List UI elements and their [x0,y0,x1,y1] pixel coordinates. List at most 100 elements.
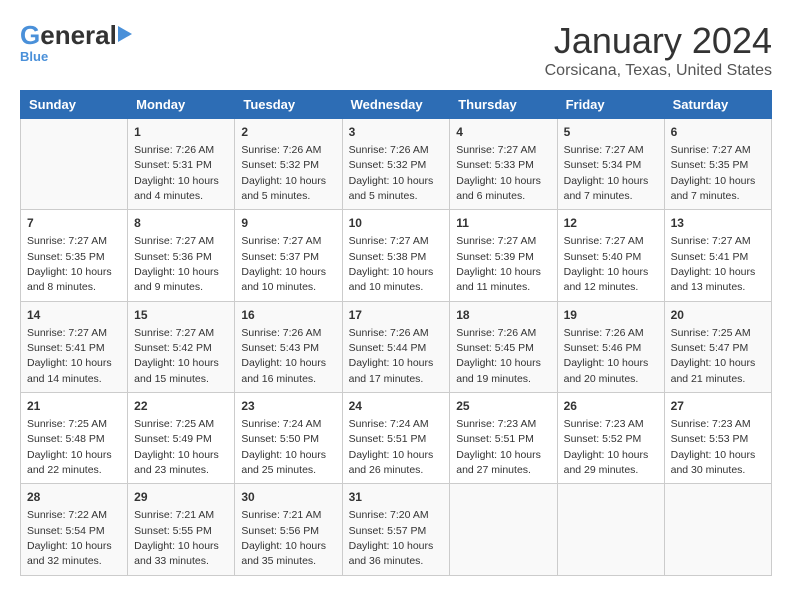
day-number: 3 [349,124,444,141]
day-daylight: Daylight: 10 hours and 36 minutes. [349,540,434,567]
day-daylight: Daylight: 10 hours and 11 minutes. [456,266,541,293]
day-sunset: Sunset: 5:35 PM [671,159,749,171]
day-sunrise: Sunrise: 7:27 AM [241,235,321,247]
day-number: 12 [564,215,658,232]
day-sunset: Sunset: 5:48 PM [27,433,105,445]
day-sunset: Sunset: 5:39 PM [456,251,534,263]
day-sunrise: Sunrise: 7:23 AM [564,418,644,430]
day-sunrise: Sunrise: 7:26 AM [349,327,429,339]
day-sunrise: Sunrise: 7:27 AM [27,235,107,247]
calendar-day-cell: 28 Sunrise: 7:22 AM Sunset: 5:54 PM Dayligh… [21,484,128,575]
calendar-day-cell [21,119,128,210]
day-sunrise: Sunrise: 7:27 AM [27,327,107,339]
header-wednesday: Wednesday [342,91,450,119]
day-daylight: Daylight: 10 hours and 15 minutes. [134,357,219,384]
day-daylight: Daylight: 10 hours and 23 minutes. [134,449,219,476]
day-sunset: Sunset: 5:51 PM [456,433,534,445]
calendar-day-cell: 10Sunrise: 7:27 AMSunset: 5:38 PMDayligh… [342,210,450,301]
calendar-day-cell [664,484,771,575]
day-number: 22 [134,398,228,415]
day-daylight: Daylight: 10 hours and 8 minutes. [27,266,112,293]
day-number: 30 [241,489,335,506]
day-sunset: Sunset: 5:32 PM [349,159,427,171]
page-subtitle: Corsicana, Texas, United States [545,62,772,80]
logo: General Blue [20,20,132,64]
day-daylight: Daylight: 10 hours and 32 minutes. [27,540,112,567]
day-number: 13 [671,215,765,232]
day-sunset: Sunset: 5:46 PM [564,342,642,354]
calendar-day-cell [450,484,557,575]
day-sunrise: Sunrise: 7:27 AM [564,144,644,156]
day-sunset: Sunset: 5:33 PM [456,159,534,171]
day-daylight: Daylight: 10 hours and 9 minutes. [134,266,219,293]
calendar-week-row: 7Sunrise: 7:27 AMSunset: 5:35 PMDaylight… [21,210,772,301]
calendar-table: SundayMondayTuesdayWednesdayThursdayFrid… [20,90,772,576]
calendar-week-row: 21Sunrise: 7:25 AMSunset: 5:48 PMDayligh… [21,393,772,484]
day-number: 23 [241,398,335,415]
calendar-day-cell: 11Sunrise: 7:27 AMSunset: 5:39 PMDayligh… [450,210,557,301]
day-sunset: Sunset: 5:43 PM [241,342,319,354]
day-number: 15 [134,307,228,324]
day-daylight: Daylight: 10 hours and 13 minutes. [671,266,756,293]
calendar-day-cell: 2Sunrise: 7:26 AMSunset: 5:32 PMDaylight… [235,119,342,210]
day-daylight: Daylight: 10 hours and 35 minutes. [241,540,326,567]
day-sunrise: Sunrise: 7:26 AM [241,144,321,156]
calendar-day-cell: 9Sunrise: 7:27 AMSunset: 5:37 PMDaylight… [235,210,342,301]
day-daylight: Daylight: 10 hours and 19 minutes. [456,357,541,384]
day-number: 28 [27,489,121,506]
day-sunset: Sunset: 5:47 PM [671,342,749,354]
day-number: 25 [456,398,550,415]
day-daylight: Daylight: 10 hours and 22 minutes. [27,449,112,476]
logo-text-blue: Blue [20,49,48,64]
day-daylight: Daylight: 10 hours and 5 minutes. [241,175,326,202]
day-sunrise: Sunrise: 7:27 AM [134,327,214,339]
day-sunrise: Sunrise: 7:25 AM [134,418,214,430]
day-sunset: Sunset: 5:41 PM [27,342,105,354]
header-tuesday: Tuesday [235,91,342,119]
day-sunset: Sunset: 5:56 PM [241,525,319,537]
day-number: 6 [671,124,765,141]
calendar-header-row: SundayMondayTuesdayWednesdayThursdayFrid… [21,91,772,119]
day-sunset: Sunset: 5:41 PM [671,251,749,263]
day-number: 18 [456,307,550,324]
calendar-day-cell: 23Sunrise: 7:24 AMSunset: 5:50 PMDayligh… [235,393,342,484]
day-number: 11 [456,215,550,232]
day-sunset: Sunset: 5:34 PM [564,159,642,171]
day-sunrise: Sunrise: 7:27 AM [671,144,751,156]
day-sunset: Sunset: 5:42 PM [134,342,212,354]
calendar-day-cell: 7Sunrise: 7:27 AMSunset: 5:35 PMDaylight… [21,210,128,301]
calendar-week-row: 14Sunrise: 7:27 AMSunset: 5:41 PMDayligh… [21,301,772,392]
day-sunset: Sunset: 5:50 PM [241,433,319,445]
page-title: January 2024 [545,20,772,62]
header-sunday: Sunday [21,91,128,119]
calendar-day-cell: 31Sunrise: 7:20 AMSunset: 5:57 PMDayligh… [342,484,450,575]
day-sunrise: Sunrise: 7:23 AM [456,418,536,430]
calendar-day-cell: 18Sunrise: 7:26 AMSunset: 5:45 PMDayligh… [450,301,557,392]
calendar-day-cell: 4Sunrise: 7:27 AMSunset: 5:33 PMDaylight… [450,119,557,210]
day-sunset: Sunset: 5:57 PM [349,525,427,537]
day-sunset: Sunset: 5:55 PM [134,525,212,537]
day-sunrise: Sunrise: 7:25 AM [27,418,107,430]
header-friday: Friday [557,91,664,119]
day-sunset: Sunset: 5:31 PM [134,159,212,171]
day-daylight: Daylight: 10 hours and 5 minutes. [349,175,434,202]
day-sunset: Sunset: 5:36 PM [134,251,212,263]
day-daylight: Daylight: 10 hours and 29 minutes. [564,449,649,476]
calendar-day-cell: 17Sunrise: 7:26 AMSunset: 5:44 PMDayligh… [342,301,450,392]
day-daylight: Daylight: 10 hours and 26 minutes. [349,449,434,476]
day-number: 27 [671,398,765,415]
day-sunrise: Sunrise: 7:27 AM [671,235,751,247]
day-sunset: Sunset: 5:54 PM [27,525,105,537]
page-header: General Blue January 2024 Corsicana, Tex… [20,20,772,80]
calendar-day-cell [557,484,664,575]
day-daylight: Daylight: 10 hours and 6 minutes. [456,175,541,202]
day-number: 17 [349,307,444,324]
logo-text-general: General [20,20,117,51]
header-monday: Monday [128,91,235,119]
calendar-day-cell: 12Sunrise: 7:27 AMSunset: 5:40 PMDayligh… [557,210,664,301]
day-daylight: Daylight: 10 hours and 12 minutes. [564,266,649,293]
day-sunset: Sunset: 5:35 PM [27,251,105,263]
day-number: 26 [564,398,658,415]
day-sunrise: Sunrise: 7:22 AM [27,509,107,521]
day-number: 8 [134,215,228,232]
